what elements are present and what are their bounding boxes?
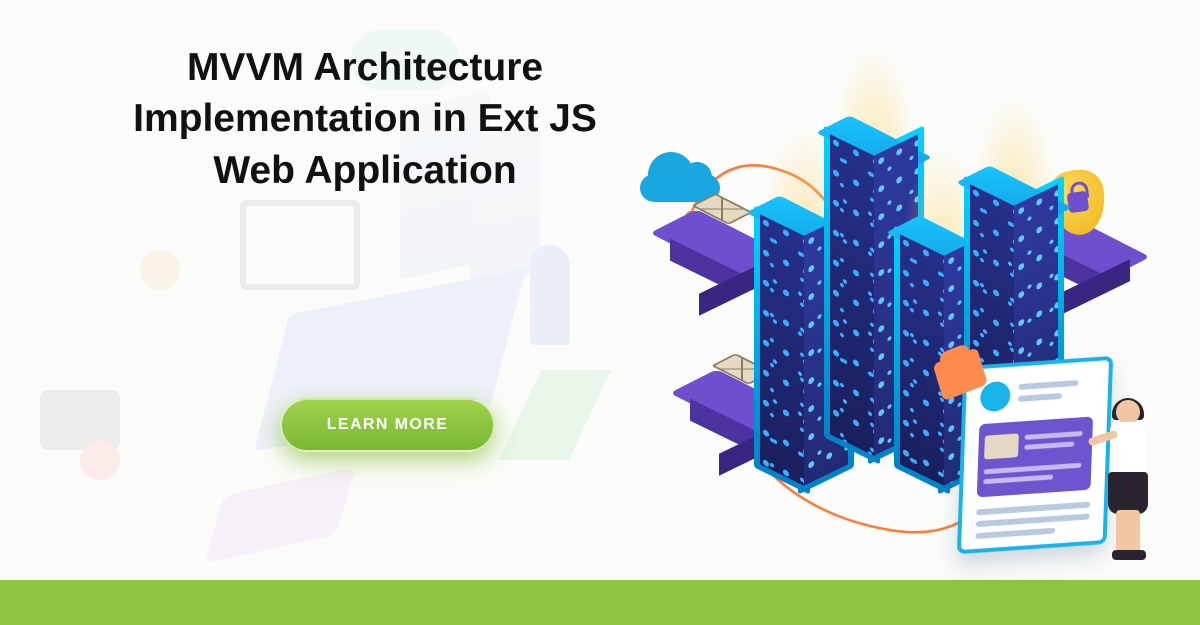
document-card	[957, 356, 1113, 554]
learn-more-label: LEARN MORE	[327, 416, 449, 434]
learn-more-button[interactable]: LEARN MORE	[280, 398, 495, 452]
woman-user-illustration	[1100, 400, 1160, 570]
bg-grid	[499, 370, 611, 460]
bg-person	[530, 245, 570, 345]
bg-phone	[204, 467, 355, 564]
footer-accent-bar	[0, 580, 1200, 625]
bg-notification-badge	[80, 440, 120, 480]
page-title: MVVM Architecture Implementation in Ext …	[130, 42, 600, 196]
bg-camera	[40, 390, 120, 450]
bg-gear	[140, 250, 180, 290]
avatar-icon	[980, 381, 1011, 413]
bg-monitor	[240, 200, 360, 290]
lock-icon	[1067, 191, 1090, 214]
envelope-icon	[984, 433, 1019, 459]
hero-illustration	[630, 20, 1190, 580]
